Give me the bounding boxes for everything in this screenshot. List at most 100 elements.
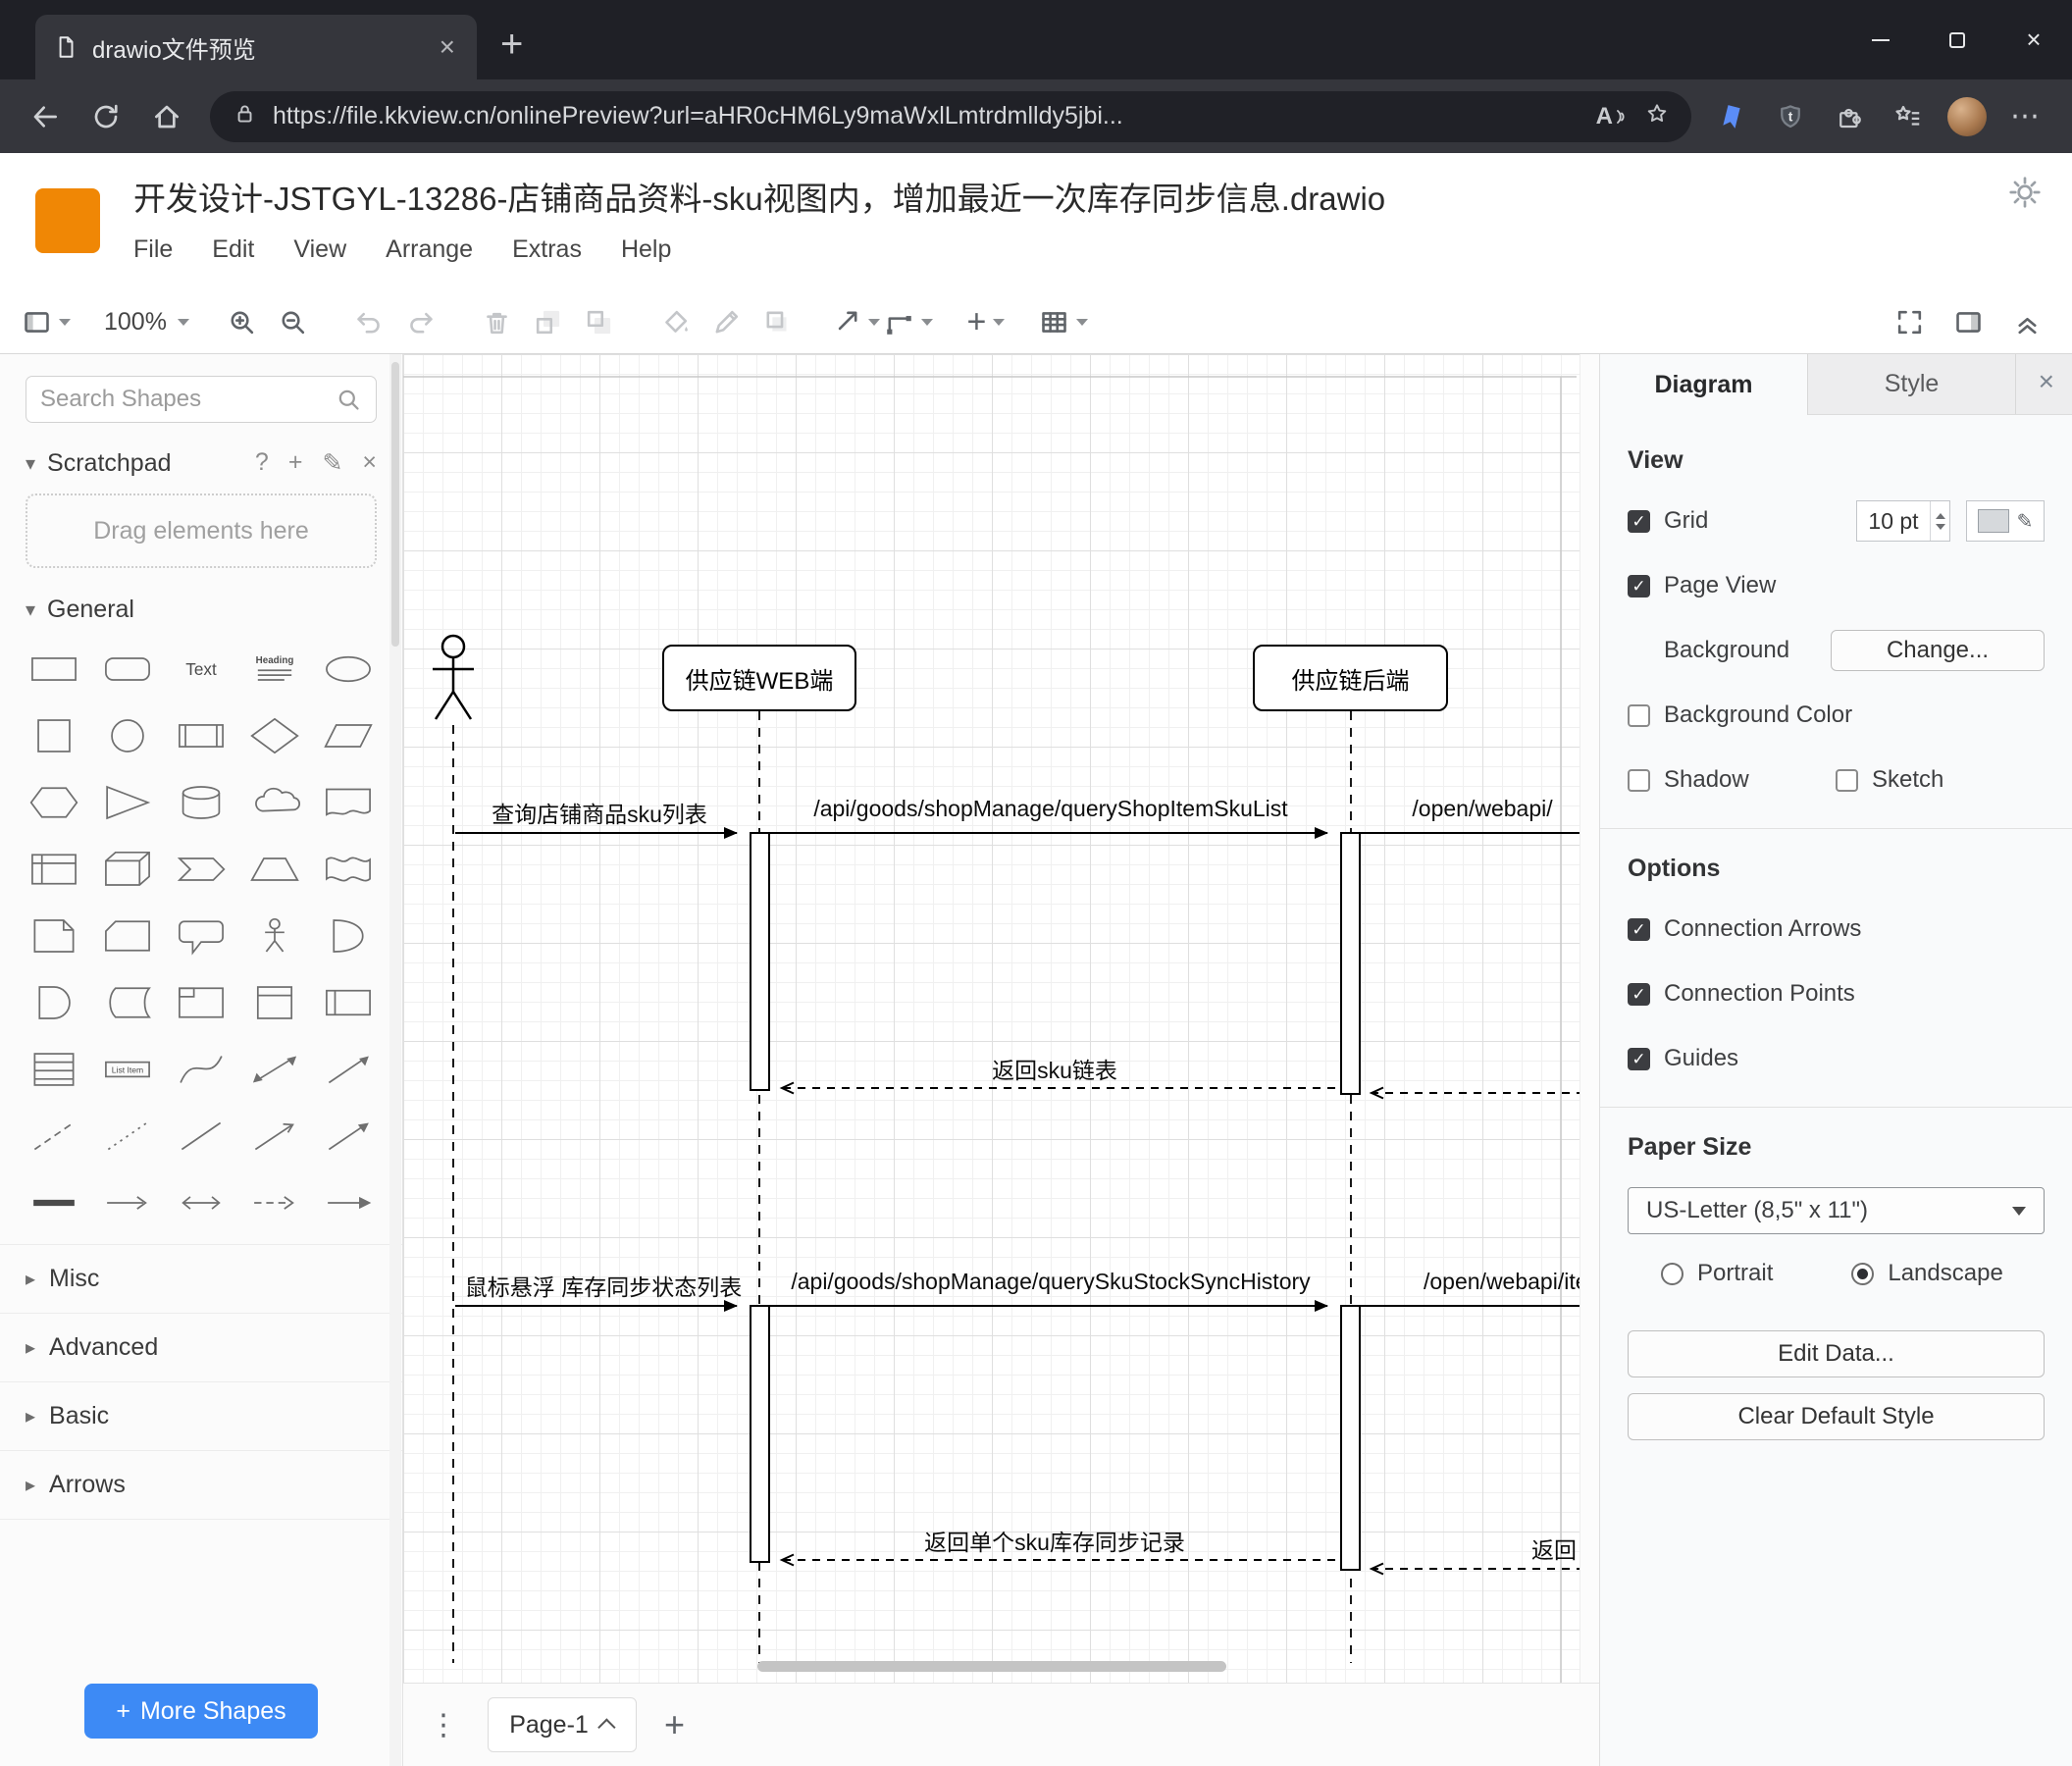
shape-horizontal-bidirectional-arrow[interactable] <box>165 1175 238 1230</box>
shape-cube[interactable] <box>91 842 165 897</box>
shape-process[interactable] <box>165 708 238 763</box>
table-dropdown[interactable] <box>1039 298 1088 345</box>
grid-size-input[interactable]: 10 pt <box>1856 500 1950 542</box>
tab-close-icon[interactable]: × <box>436 33 459 61</box>
scratchpad-header[interactable]: ▾ Scratchpad ? + ✎ × <box>0 435 402 492</box>
shape-vertical-container[interactable] <box>237 975 311 1030</box>
connection-style-dropdown[interactable] <box>831 298 880 345</box>
scratchpad-close-icon[interactable]: × <box>362 448 377 478</box>
page-view-checkbox[interactable] <box>1628 574 1650 597</box>
delete-button[interactable] <box>474 298 521 345</box>
menu-extras[interactable]: Extras <box>512 235 582 264</box>
background-color-checkbox[interactable] <box>1628 703 1650 727</box>
general-section-header[interactable]: ▾ General <box>0 582 402 638</box>
address-bar[interactable]: https://file.kkview.cn/onlinePreview?url… <box>210 90 1691 142</box>
sketch-checkbox[interactable] <box>1836 768 1858 792</box>
shadow-checkbox-label[interactable]: Shadow <box>1628 766 1836 794</box>
portrait-radio[interactable] <box>1661 1262 1684 1285</box>
shape-trapezoid[interactable] <box>237 842 311 897</box>
shape-rectangle[interactable] <box>18 642 91 697</box>
shape-actor[interactable] <box>237 909 311 963</box>
grid-color-button[interactable]: ✎ <box>1966 500 2045 542</box>
url-text[interactable]: https://file.kkview.cn/onlinePreview?url… <box>273 102 1580 130</box>
shape-dotted-line[interactable] <box>91 1109 165 1164</box>
grid-size-spinner[interactable] <box>1930 501 1949 541</box>
shape-list[interactable] <box>18 1042 91 1097</box>
shape-line[interactable] <box>165 1109 238 1164</box>
scratchpad-dropzone[interactable]: Drag elements here <box>26 493 377 568</box>
search-input[interactable] <box>40 386 336 413</box>
shape-ellipse[interactable] <box>311 642 385 697</box>
message-label[interactable]: /api/goods/shopManage/querySkuStockSyncH… <box>791 1269 1310 1295</box>
browser-tab[interactable]: drawio文件预览 × <box>35 15 477 79</box>
shield-extension-icon[interactable]: t <box>1768 94 1813 139</box>
return-messages[interactable] <box>779 1081 1599 1576</box>
to-front-button[interactable] <box>525 298 572 345</box>
shape-horizontal-arrow[interactable] <box>91 1175 165 1230</box>
vertical-scrollbar[interactable] <box>1580 354 1599 1683</box>
message-label[interactable]: 返回 <box>1531 1532 1577 1565</box>
edit-data-button[interactable]: Edit Data... <box>1628 1330 2045 1377</box>
menu-view[interactable]: View <box>293 235 346 264</box>
shape-document[interactable] <box>311 775 385 830</box>
bookmark-extension-icon[interactable] <box>1709 94 1754 139</box>
undo-button[interactable] <box>346 298 393 345</box>
profile-avatar[interactable] <box>1944 94 1990 139</box>
menu-file[interactable]: File <box>133 235 173 264</box>
menu-help[interactable]: Help <box>621 235 671 264</box>
shape-diamond[interactable] <box>237 708 311 763</box>
message-label[interactable]: /api/goods/shopManage/queryShopItemSkuLi… <box>813 796 1287 822</box>
theme-toggle-sun-icon[interactable] <box>2007 175 2043 215</box>
shape-dashed-horizontal-arrow[interactable] <box>237 1175 311 1230</box>
message-label[interactable]: /open/webapi/item <box>1424 1269 1599 1295</box>
background-change-button[interactable]: Change... <box>1831 630 2045 671</box>
menu-arrange[interactable]: Arrange <box>386 235 473 264</box>
drawio-canvas[interactable]: 供应链WEB端 供应链后端 查询店铺商品sku列表 /api/goods/sho… <box>403 354 1599 1683</box>
new-tab-button[interactable]: + <box>500 25 523 64</box>
shape-step[interactable] <box>165 842 238 897</box>
activation-bars[interactable] <box>750 832 1361 1571</box>
shape-container[interactable] <box>165 975 238 1030</box>
sidebar-section-arrows[interactable]: ▸ Arrows <box>0 1451 402 1520</box>
grid-checkbox-label[interactable]: Grid <box>1628 507 1708 535</box>
insert-dropdown[interactable]: + <box>962 298 1010 345</box>
guides-checkbox-label[interactable]: Guides <box>1628 1045 1738 1072</box>
scratchpad-add-icon[interactable]: + <box>288 448 303 478</box>
participant-backend[interactable]: 供应链后端 <box>1253 645 1448 711</box>
sketch-checkbox-label[interactable]: Sketch <box>1836 766 2044 794</box>
back-icon[interactable] <box>20 91 71 142</box>
shape-callout[interactable] <box>165 909 238 963</box>
shape-textbox[interactable]: Heading <box>237 642 311 697</box>
shape-note[interactable] <box>18 909 91 963</box>
message-label[interactable]: 鼠标悬浮 库存同步状态列表 <box>465 1269 742 1302</box>
sidebar-section-basic[interactable]: ▸ Basic <box>0 1382 402 1451</box>
shape-rounded-rectangle[interactable] <box>91 642 165 697</box>
format-panel-toggle-button[interactable] <box>1944 298 1992 345</box>
favorite-star-icon[interactable] <box>1644 101 1670 131</box>
spinner-up-icon[interactable] <box>1935 512 1945 519</box>
zoom-level-dropdown[interactable]: 100% <box>100 298 189 345</box>
shape-arrow-open[interactable] <box>237 1109 311 1164</box>
shape-bidirectional-arrow[interactable] <box>237 1042 311 1097</box>
sidebar-scrollbar[interactable] <box>389 354 401 1766</box>
message-label[interactable]: 返回sku链表 <box>992 1052 1117 1085</box>
shape-hexagon[interactable] <box>18 775 91 830</box>
page-view-checkbox-label[interactable]: Page View <box>1628 572 1776 599</box>
participant-web[interactable]: 供应链WEB端 <box>662 645 856 711</box>
shape-triangle[interactable] <box>91 775 165 830</box>
scratchpad-edit-icon[interactable]: ✎ <box>322 448 342 478</box>
scrollbar-thumb[interactable] <box>391 362 399 647</box>
zoom-out-button[interactable] <box>270 298 317 345</box>
search-shapes-box[interactable] <box>26 376 377 423</box>
connection-arrows-checkbox[interactable] <box>1628 917 1650 941</box>
more-shapes-button[interactable]: + More Shapes <box>84 1684 318 1739</box>
guides-checkbox[interactable] <box>1628 1047 1650 1070</box>
favorites-hub-icon[interactable] <box>1886 94 1931 139</box>
shape-square[interactable] <box>18 708 91 763</box>
shape-bold-line[interactable] <box>18 1175 91 1230</box>
shape-tape[interactable] <box>311 842 385 897</box>
background-color-checkbox-label[interactable]: Background Color <box>1628 701 1852 729</box>
sidebar-section-misc[interactable]: ▸ Misc <box>0 1245 402 1314</box>
extensions-puzzle-icon[interactable] <box>1827 94 1872 139</box>
tab-diagram[interactable]: Diagram <box>1600 354 1808 415</box>
